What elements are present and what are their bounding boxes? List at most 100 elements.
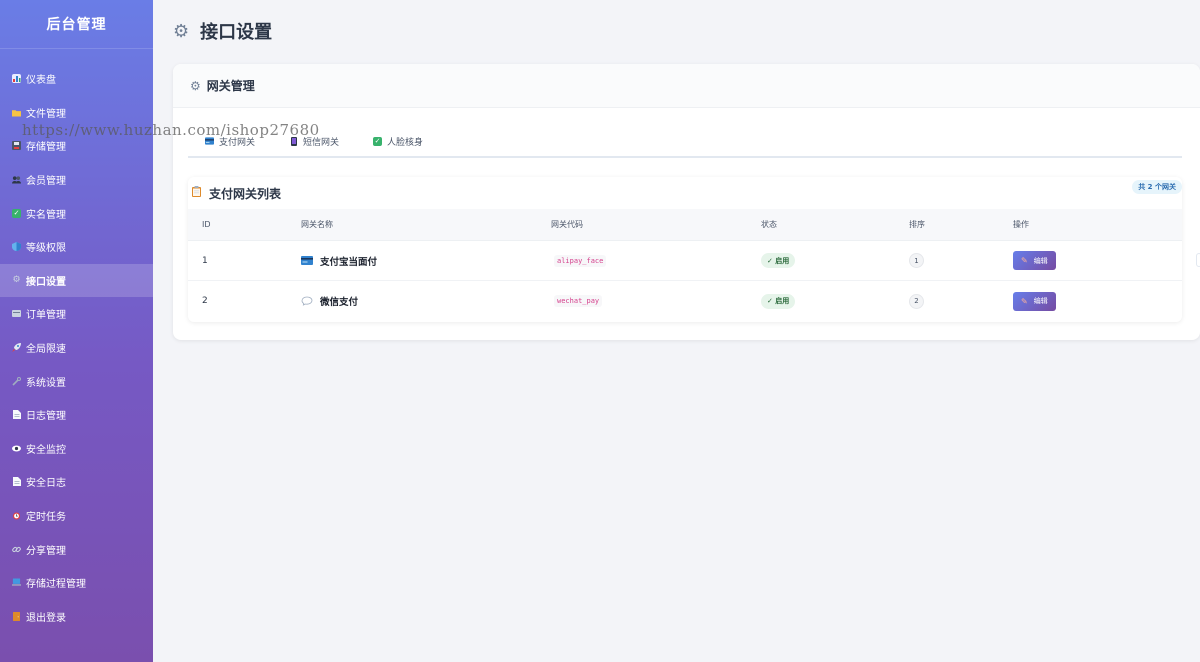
count-badge: 共 2 个网关 xyxy=(1132,180,1182,194)
chat-bubble-icon xyxy=(301,296,313,306)
shield-icon xyxy=(12,242,21,252)
status-badge: ✓ 启用 xyxy=(761,293,796,309)
table-header: ID 网关名称 网关代码 状态 排序 操作 xyxy=(188,209,1182,241)
edit-button[interactable]: ✎ 编辑 xyxy=(1013,291,1056,311)
sidebar-item-storage[interactable]: 存储管理 xyxy=(0,129,153,163)
document-icon xyxy=(12,477,21,487)
sort-value: 1 xyxy=(909,253,924,268)
cell-id: 2 xyxy=(202,296,208,306)
gear-icon: ⚙ xyxy=(12,274,21,285)
sidebar-item-security-monitor[interactable]: 安全监控 xyxy=(0,432,153,466)
sidebar-item-label: 会员管理 xyxy=(26,176,66,188)
table-row: 1 支付宝当面付 alipay_face ✓ 启用 1 ✎ 编辑 xyxy=(188,241,1182,281)
document-icon xyxy=(12,410,21,420)
main-content: ⚙ 接口设置 ⚙ 网关管理 支付网关 短信网关 ✓ 人脸核身 支付网关列表 共 … xyxy=(153,0,1200,662)
edit-button-label: 编辑 xyxy=(1033,298,1048,305)
credit-card-icon xyxy=(205,137,214,146)
users-icon xyxy=(12,175,21,184)
gateway-list-card: 支付网关列表 共 2 个网关 ID 网关名称 网关代码 状态 排序 操作 1 支… xyxy=(188,177,1182,322)
gateway-code: wechat_pay xyxy=(554,295,603,307)
sidebar-item-scheduled-tasks[interactable]: 定时任务 xyxy=(0,499,153,533)
col-header-ops: 操作 xyxy=(1013,220,1029,229)
sidebar-item-label: 实名管理 xyxy=(26,209,66,221)
cell-ops: ✎ 编辑 xyxy=(1013,251,1182,270)
col-header-name: 网关名称 xyxy=(301,220,333,229)
link-icon xyxy=(12,545,21,554)
sidebar-item-label: 接口设置 xyxy=(26,276,66,288)
cell-name: 支付宝当面付 xyxy=(301,254,551,268)
cell-status: ✓ 启用 xyxy=(761,253,909,268)
sort-value: 2 xyxy=(909,293,924,309)
alarm-clock-icon xyxy=(12,511,21,520)
clipboard-icon xyxy=(192,186,201,200)
sidebar-item-label: 安全监控 xyxy=(26,444,66,456)
tab-label: 人脸核身 xyxy=(387,137,424,148)
eye-icon xyxy=(12,444,21,453)
tab-label: 支付网关 xyxy=(219,137,256,148)
sidebar-item-logs[interactable]: 日志管理 xyxy=(0,398,153,432)
scroll-handle[interactable] xyxy=(1196,253,1200,267)
sidebar-item-files[interactable]: 文件管理 xyxy=(0,96,153,130)
status-badge: ✓ 启用 xyxy=(761,253,796,268)
tab-sms-gateway[interactable]: 短信网关 xyxy=(289,135,339,148)
cell-sort: 1 xyxy=(909,253,1013,268)
phone-icon xyxy=(289,136,298,146)
cell-code: alipay_face xyxy=(551,254,761,267)
gateway-name: 微信支付 xyxy=(320,297,359,308)
sidebar-item-system-settings[interactable]: 系统设置 xyxy=(0,364,153,398)
sidebar-item-logout[interactable]: 退出登录 xyxy=(0,600,153,634)
list-header: 支付网关列表 共 2 个网关 xyxy=(188,177,1182,209)
table-row: 2 微信支付 wechat_pay ✓ 启用 2 ✎ 编辑 xyxy=(188,281,1182,321)
card-title: 网关管理 xyxy=(206,79,255,93)
check-box-icon: ✓ xyxy=(12,208,21,218)
computer-icon xyxy=(12,578,21,587)
gateway-tabs: 支付网关 短信网关 ✓ 人脸核身 xyxy=(188,126,1182,158)
cell-sort: 2 xyxy=(909,293,1013,309)
rocket-icon xyxy=(12,343,21,353)
card-header: ⚙ 网关管理 xyxy=(173,64,1200,108)
col-header-sort: 排序 xyxy=(909,220,925,229)
pencil-icon: ✎ xyxy=(1021,256,1028,265)
edit-button-label: 编辑 xyxy=(1033,257,1048,265)
door-icon xyxy=(12,611,21,621)
cell-name: 微信支付 xyxy=(301,294,551,308)
sidebar-item-security-logs[interactable]: 安全日志 xyxy=(0,465,153,499)
sidebar-item-speed-limit[interactable]: 全局限速 xyxy=(0,331,153,365)
sidebar-item-label: 日志管理 xyxy=(26,411,66,423)
tab-face-verification[interactable]: ✓ 人脸核身 xyxy=(373,135,423,148)
sidebar-item-stored-procedures[interactable]: 存储过程管理 xyxy=(0,566,153,600)
cell-id: 1 xyxy=(202,255,208,266)
sidebar-item-realname[interactable]: ✓ 实名管理 xyxy=(0,196,153,230)
dashboard-icon xyxy=(12,74,21,84)
sidebar-item-label: 存储管理 xyxy=(26,142,66,154)
sidebar-item-label: 系统设置 xyxy=(26,377,66,389)
sidebar-item-dashboard[interactable]: 仪表盘 xyxy=(0,62,153,96)
cell-ops: ✎ 编辑 xyxy=(1013,291,1182,311)
sidebar-item-shares[interactable]: 分享管理 xyxy=(0,532,153,566)
gateway-card: ⚙ 网关管理 支付网关 短信网关 ✓ 人脸核身 支付网关列表 共 2 个网关 I… xyxy=(173,64,1200,340)
sidebar-item-levels[interactable]: 等级权限 xyxy=(0,230,153,264)
sidebar-item-label: 安全日志 xyxy=(26,478,66,490)
cell-status: ✓ 启用 xyxy=(761,293,909,309)
sidebar-item-label: 存储过程管理 xyxy=(26,579,86,591)
wrench-icon xyxy=(12,376,21,386)
pencil-icon: ✎ xyxy=(1021,296,1028,306)
sidebar-item-orders[interactable]: 订单管理 xyxy=(0,297,153,331)
check-box-icon: ✓ xyxy=(373,136,383,146)
tab-label: 短信网关 xyxy=(303,137,340,148)
sidebar: 后台管理 仪表盘 文件管理 存储管理 会员管理 ✓ 实名管理 等级权限 ⚙ 接口… xyxy=(0,0,153,662)
page-title: 接口设置 xyxy=(200,22,273,43)
gear-icon: ⚙ xyxy=(173,20,190,42)
gear-icon: ⚙ xyxy=(190,78,201,93)
sidebar-item-label: 订单管理 xyxy=(26,310,66,322)
folder-icon xyxy=(12,108,21,117)
credit-card-icon xyxy=(301,256,313,265)
sidebar-item-label: 文件管理 xyxy=(26,108,66,120)
col-header-id: ID xyxy=(202,220,211,229)
edit-button[interactable]: ✎ 编辑 xyxy=(1013,251,1056,270)
sidebar-item-members[interactable]: 会员管理 xyxy=(0,163,153,197)
col-header-code: 网关代码 xyxy=(551,220,583,229)
sidebar-item-api-settings[interactable]: ⚙ 接口设置 xyxy=(0,263,153,298)
sidebar-item-label: 仪表盘 xyxy=(26,75,56,87)
tab-payment-gateway[interactable]: 支付网关 xyxy=(205,135,255,148)
